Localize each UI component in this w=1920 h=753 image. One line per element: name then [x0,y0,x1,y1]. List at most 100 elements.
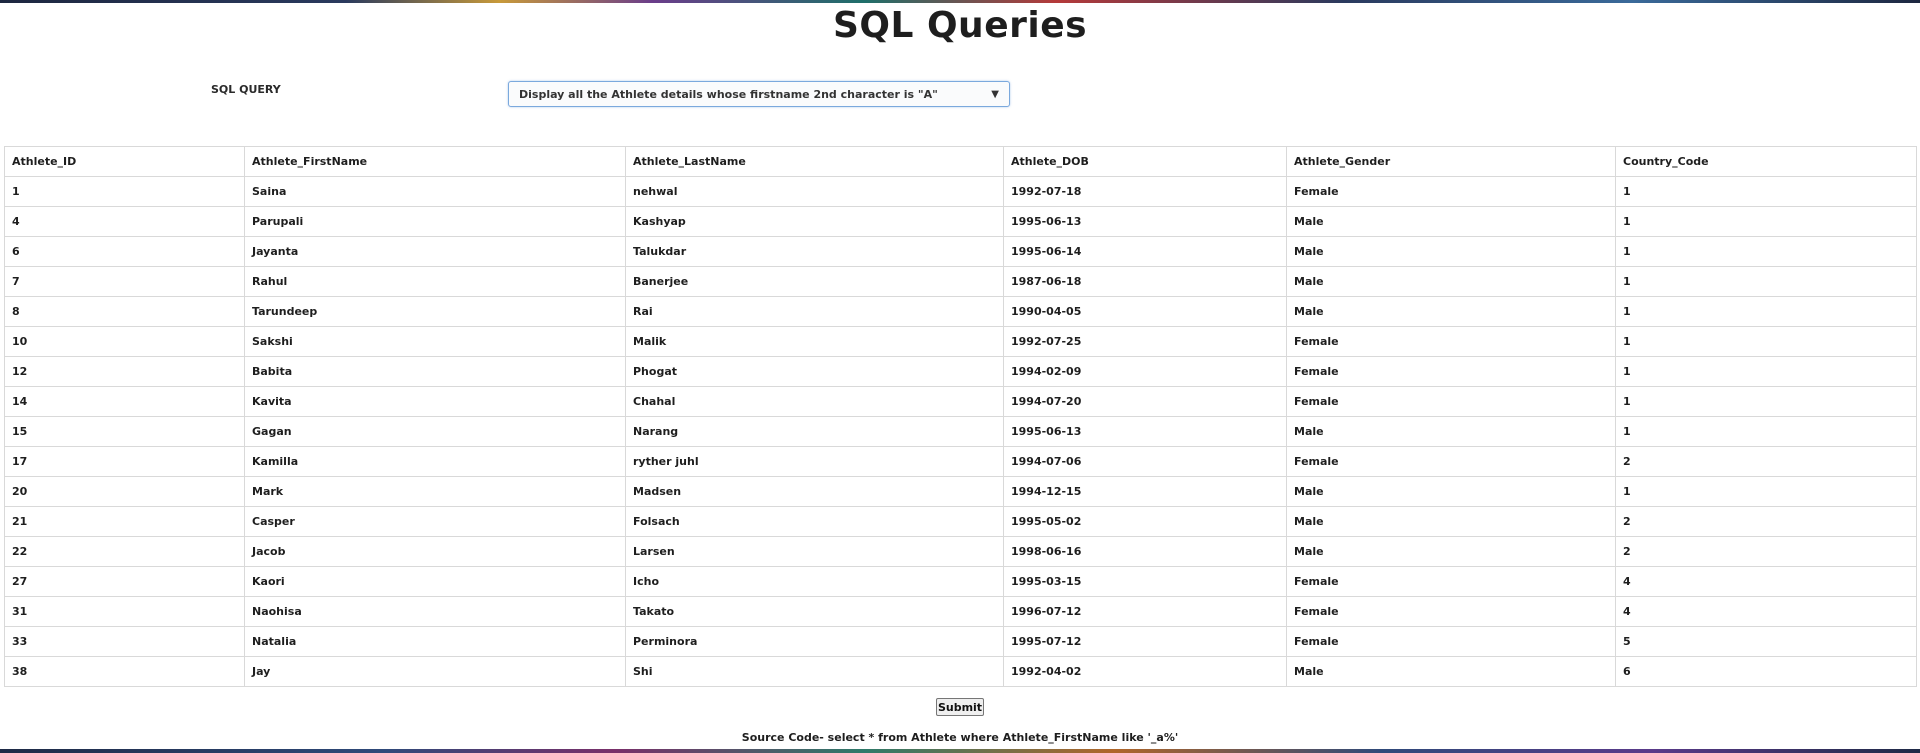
table-cell: 14 [4,386,245,417]
table-cell: 1 [1615,386,1917,417]
table-cell: Male [1286,236,1616,267]
sql-query-selected-value: Display all the Athlete details whose fi… [519,87,938,101]
table-cell: 1987-06-18 [1003,266,1287,297]
sql-query-label: SQL QUERY [211,83,281,96]
table-row: 1 Saina nehwal 1992-07-18 Female 1 [4,176,1917,207]
table-cell: 6 [4,236,245,267]
table-cell: 4 [4,206,245,237]
table-row: 20 Mark Madsen 1994-12-15 Male 1 [4,476,1917,507]
table-cell: 2 [1615,446,1917,477]
table-cell: Gagan [244,416,626,447]
table-row: 10 Sakshi Malik 1992-07-25 Female 1 [4,326,1917,357]
table-cell: Female [1286,626,1616,657]
table-row: 15 Gagan Narang 1995-06-13 Male 1 [4,416,1917,447]
table-cell: 1 [1615,206,1917,237]
table-cell: ryther juhl [625,446,1004,477]
results-table: Athlete_ID Athlete_FirstName Athlete_Las… [4,146,1917,687]
table-cell: Natalia [244,626,626,657]
table-cell: Female [1286,326,1616,357]
table-cell: Male [1286,416,1616,447]
table-cell: Babita [244,356,626,387]
table-cell: Talukdar [625,236,1004,267]
table-row: 8 Tarundeep Rai 1990-04-05 Male 1 [4,296,1917,327]
table-cell: 1 [1615,236,1917,267]
table-cell: 1992-07-18 [1003,176,1287,207]
table-cell: Rai [625,296,1004,327]
submit-button[interactable]: Submit [936,698,984,716]
table-cell: Tarundeep [244,296,626,327]
table-cell: 1992-07-25 [1003,326,1287,357]
table-cell: 38 [4,656,245,687]
table-cell: 1994-12-15 [1003,476,1287,507]
table-cell: Male [1286,266,1616,297]
table-cell: 2 [1615,506,1917,537]
table-body: 1 Saina nehwal 1992-07-18 Female 1 4 Parupali Ka… [4,176,1917,687]
table-row: 12 Babita Phogat 1994-02-09 Female 1 [4,356,1917,387]
table-cell: 1 [1615,266,1917,297]
table-cell: 27 [4,566,245,597]
table-cell: Mark [244,476,626,507]
table-cell: Phogat [625,356,1004,387]
table-cell: 6 [1615,656,1917,687]
table-row: 14 Kavita Chahal 1994-07-20 Female 1 [4,386,1917,417]
table-cell: 1994-07-20 [1003,386,1287,417]
table-cell: Shi [625,656,1004,687]
table-cell: 1992-04-02 [1003,656,1287,687]
table-cell: Parupali [244,206,626,237]
source-code-text: Source Code- select * from Athlete where… [741,731,1179,744]
table-cell: Male [1286,476,1616,507]
column-header: Athlete_ID [4,146,245,177]
page-title: SQL Queries [832,5,1088,46]
table-cell: Malik [625,326,1004,357]
table-cell: Female [1286,386,1616,417]
table-cell: 1995-06-14 [1003,236,1287,267]
table-cell: 2 [1615,536,1917,567]
table-cell: 12 [4,356,245,387]
table-cell: Casper [244,506,626,537]
table-cell: 1995-06-13 [1003,206,1287,237]
table-row: 38 Jay Shi 1992-04-02 Male 6 [4,656,1917,687]
bottom-decorative-strip [0,749,1920,753]
table-cell: 4 [1615,596,1917,627]
table-cell: Female [1286,176,1616,207]
column-header: Athlete_LastName [625,146,1004,177]
table-cell: Kaori [244,566,626,597]
table-row: 7 Rahul Banerjee 1987-06-18 Male 1 [4,266,1917,297]
table-cell: Jayanta [244,236,626,267]
table-row: 4 Parupali Kashyap 1995-06-13 Male 1 [4,206,1917,237]
table-cell: Female [1286,446,1616,477]
column-header: Athlete_FirstName [244,146,626,177]
table-cell: Banerjee [625,266,1004,297]
table-cell: Naohisa [244,596,626,627]
table-cell: 1995-06-13 [1003,416,1287,447]
table-row: 33 Natalia Perminora 1995-07-12 Female 5 [4,626,1917,657]
table-cell: Jacob [244,536,626,567]
table-cell: 1995-03-15 [1003,566,1287,597]
table-cell: Narang [625,416,1004,447]
table-cell: 1994-02-09 [1003,356,1287,387]
table-row: 6 Jayanta Talukdar 1995-06-14 Male 1 [4,236,1917,267]
table-cell: Jay [244,656,626,687]
sql-query-select[interactable]: Display all the Athlete details whose fi… [508,81,1010,107]
table-cell: Sakshi [244,326,626,357]
table-cell: Larsen [625,536,1004,567]
table-cell: 17 [4,446,245,477]
table-cell: nehwal [625,176,1004,207]
table-cell: 1 [1615,176,1917,207]
table-cell: Male [1286,296,1616,327]
table-cell: 1998-06-16 [1003,536,1287,567]
table-cell: 1 [1615,476,1917,507]
table-cell: 5 [1615,626,1917,657]
table-cell: Male [1286,206,1616,237]
table-cell: Female [1286,356,1616,387]
table-cell: 20 [4,476,245,507]
table-cell: Female [1286,566,1616,597]
table-cell: 10 [4,326,245,357]
table-cell: 4 [1615,566,1917,597]
table-cell: 7 [4,266,245,297]
column-header: Country_Code [1615,146,1917,177]
table-cell: 1994-07-06 [1003,446,1287,477]
table-cell: Chahal [625,386,1004,417]
table-cell: 1996-07-12 [1003,596,1287,627]
table-cell: 8 [4,296,245,327]
